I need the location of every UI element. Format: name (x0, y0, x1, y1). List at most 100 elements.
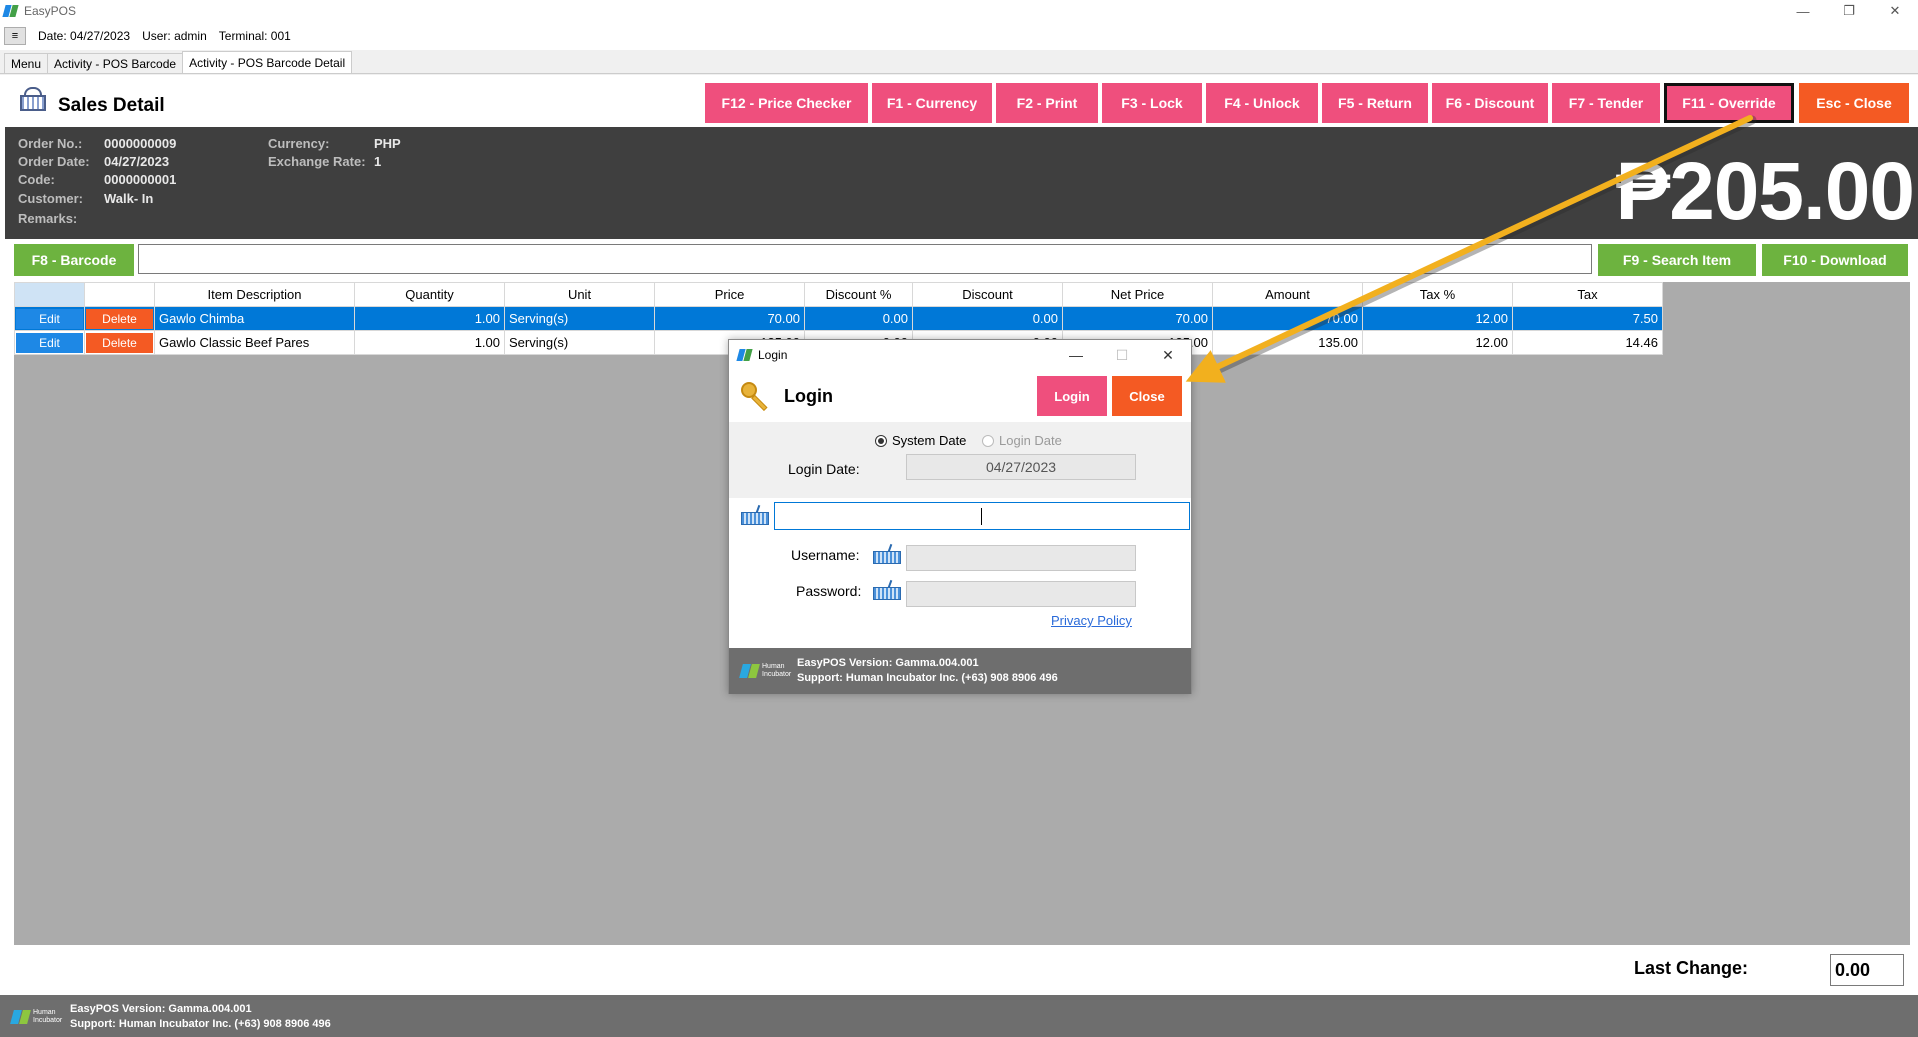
system-date-radio[interactable]: System Date (875, 433, 966, 448)
currency-button[interactable]: F1 - Currency (872, 83, 992, 123)
last-change-value: 0.00 (1830, 954, 1904, 986)
radio-unchecked-icon (982, 434, 994, 447)
login-dialog-titlebar: Login — ☐ ✕ (729, 340, 1191, 370)
human-incubator-logo: Human Incubator (12, 1009, 62, 1025)
key-icon (741, 382, 771, 412)
order-no-value: 0000000009 (104, 136, 177, 151)
col-tax-pct[interactable]: Tax % (1362, 282, 1513, 307)
print-button[interactable]: F2 - Print (996, 83, 1098, 123)
human-incubator-logo: Human Incubator (741, 663, 791, 679)
keyboard-icon[interactable] (873, 543, 901, 564)
login-button[interactable]: Login (1037, 376, 1107, 416)
login-dialog-footer: Human Incubator EasyPOS Version: Gamma.00… (729, 648, 1191, 694)
easypos-logo-icon (738, 349, 752, 361)
code-value: 0000000001 (104, 172, 177, 187)
price-checker-button[interactable]: F12 - Price Checker (705, 83, 868, 123)
col-unit[interactable]: Unit (504, 282, 655, 307)
cell-tax-pct: 12.00 (1362, 330, 1513, 355)
footer-version: EasyPOS Version: Gamma.004.001 (70, 1003, 252, 1015)
delete-row-button[interactable]: Delete (86, 332, 153, 353)
human-incubator-logo-icon (12, 1010, 30, 1024)
menu-toggle-button[interactable]: ≡ (4, 27, 26, 45)
password-label: Password: (796, 583, 862, 599)
cell-net-price: 70.00 (1062, 306, 1213, 331)
barcode-input[interactable] (138, 244, 1592, 274)
code-label: Code: (18, 172, 55, 187)
username-field[interactable] (906, 545, 1136, 571)
login-date-label: Login Date: (788, 461, 860, 477)
currency-label: Currency: (268, 136, 330, 151)
cell-amount: 70.00 (1212, 306, 1363, 331)
close-window-icon[interactable]: ✕ (1872, 0, 1918, 22)
cell-tax-pct: 12.00 (1362, 306, 1513, 331)
tender-button[interactable]: F7 - Tender (1552, 83, 1660, 123)
keyboard-icon[interactable] (741, 504, 769, 525)
cell-quantity: 1.00 (354, 330, 505, 355)
dialog-close-icon[interactable]: ✕ (1145, 340, 1191, 370)
logo-text-1: Human (762, 663, 785, 670)
barcode-button[interactable]: F8 - Barcode (14, 244, 134, 276)
privacy-policy-link[interactable]: Privacy Policy (1051, 613, 1132, 628)
grid-header-row: Item Description Quantity Unit Price Dis… (14, 282, 1663, 307)
col-quantity[interactable]: Quantity (354, 282, 505, 307)
cell-discount: 0.00 (912, 306, 1063, 331)
tab-menu[interactable]: Menu (4, 53, 49, 73)
edit-row-button[interactable]: Edit (16, 332, 83, 353)
dialog-footer-version: EasyPOS Version: Gamma.004.001 (797, 657, 979, 669)
login-dialog-header: Login Login Close (729, 370, 1191, 422)
override-button[interactable]: F11 - Override (1664, 83, 1794, 123)
last-change-label: Last Change: (1633, 958, 1748, 978)
col-net-price[interactable]: Net Price (1062, 282, 1213, 307)
exchange-rate-label: Exchange Rate: (268, 154, 366, 169)
delete-row-button[interactable]: Delete (86, 308, 153, 329)
esc-close-button[interactable]: Esc - Close (1799, 83, 1909, 123)
unlock-button[interactable]: F4 - Unlock (1206, 83, 1318, 123)
order-summary-panel: Order No.: 0000000009 Order Date: 04/27/… (5, 127, 1918, 239)
col-discount[interactable]: Discount (912, 282, 1063, 307)
dialog-footer-support: Support: Human Incubator Inc. (+63) 908 … (797, 672, 1058, 684)
col-discount-pct[interactable]: Discount % (804, 282, 913, 307)
page-title: Sales Detail (58, 95, 165, 116)
logo-text-2: Incubator (33, 1017, 63, 1024)
return-button[interactable]: F5 - Return (1322, 83, 1428, 123)
window-controls: — ❐ ✕ (1780, 0, 1918, 22)
table-row[interactable]: Edit Delete Gawlo Chimba 1.00 Serving(s)… (14, 306, 1663, 331)
edit-row-button[interactable]: Edit (16, 308, 83, 329)
system-date-label: System Date (892, 433, 967, 448)
password-field[interactable] (906, 581, 1136, 607)
cell-tax: 7.50 (1512, 306, 1663, 331)
window-title: EasyPOS (24, 4, 77, 18)
keyboard-icon[interactable] (873, 579, 901, 600)
customer-value: Walk- In (104, 191, 154, 206)
tab-pos-barcode[interactable]: Activity - POS Barcode (47, 53, 184, 73)
cell-description: Gawlo Classic Beef Pares (154, 330, 355, 355)
cell-amount: 135.00 (1212, 330, 1363, 355)
dialog-minimize-icon[interactable]: — (1053, 340, 1099, 370)
login-close-button[interactable]: Close (1112, 376, 1182, 416)
session-terminal: Terminal: 001 (218, 29, 291, 43)
app-footer: Human Incubator EasyPOS Version: Gamma.00… (0, 995, 1918, 1037)
easypos-logo-icon (4, 5, 18, 17)
cell-tax: 14.46 (1512, 330, 1663, 355)
search-item-button[interactable]: F9 - Search Item (1598, 244, 1756, 276)
col-item-description[interactable]: Item Description (154, 282, 355, 307)
order-date-value: 04/27/2023 (104, 154, 170, 169)
login-date-option-label: Login Date (999, 433, 1062, 448)
discount-button[interactable]: F6 - Discount (1432, 83, 1548, 123)
session-user: User: admin (142, 29, 207, 43)
minimize-icon[interactable]: — (1780, 0, 1826, 22)
col-price[interactable]: Price (654, 282, 805, 307)
customer-label: Customer: (18, 191, 84, 206)
restore-icon[interactable]: ❐ (1826, 0, 1872, 22)
download-button[interactable]: F10 - Download (1762, 244, 1908, 276)
lock-button[interactable]: F3 - Lock (1102, 83, 1202, 123)
tab-strip: Menu Activity - POS Barcode Activity - P… (0, 51, 1918, 74)
total-amount: ₱205.00 (1615, 146, 1915, 237)
tab-pos-barcode-detail[interactable]: Activity - POS Barcode Detail (182, 51, 353, 73)
col-tax[interactable]: Tax (1512, 282, 1663, 307)
col-amount[interactable]: Amount (1212, 282, 1363, 307)
human-incubator-logo-icon (741, 664, 759, 678)
scan-card-input[interactable] (774, 502, 1190, 530)
header-row: Sales Detail F12 - Price Checker F1 - Cu… (0, 75, 1918, 127)
exchange-rate-value: 1 (374, 154, 382, 169)
